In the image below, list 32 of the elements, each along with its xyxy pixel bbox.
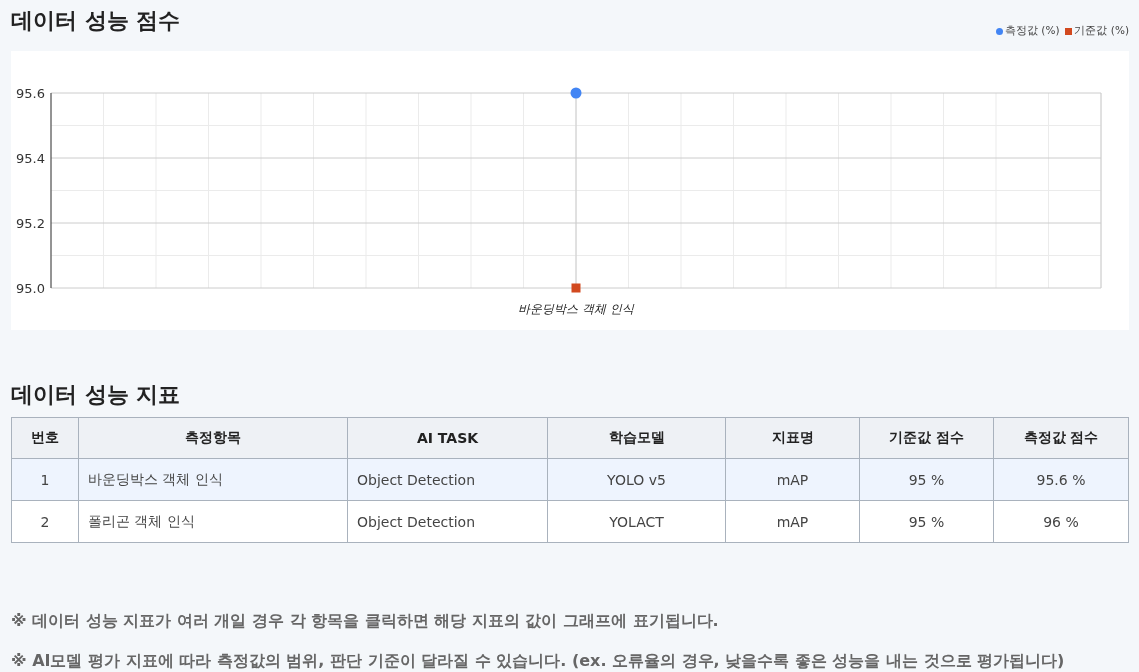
table-cell[interactable]: YOLO v5 [547,458,726,501]
axis-tick-label: 95.2 [16,216,45,231]
note-text: ※ AI모델 평가 지표에 따라 측정값의 범위, 판단 기준이 달라질 수 있습니다. (ex. 오류율의 경우, 낮을수록 좋은 성능을 내는 것으로 평가됩니다) [11,651,1066,672]
table-cell[interactable]: 1 [11,458,79,501]
legend-item: 측정값 (%) [995,24,1060,38]
table-cell[interactable]: mAP [725,500,860,543]
column-header: 번호 [11,417,79,459]
table-cell[interactable]: 96 % [993,500,1129,543]
category-label: 바운딩박스 객체 인식 [518,302,634,316]
column-header: 기준값 점수 [859,417,994,459]
table-cell[interactable]: Object Detection [347,458,548,501]
legend-item: 기준값 (%) [1065,24,1129,38]
column-header: 학습모델 [547,417,726,459]
table-cell[interactable]: 95 % [859,458,994,501]
table-cell[interactable]: 95 % [859,500,994,543]
column-header: 측정항목 [78,417,348,459]
table-cell[interactable]: 2 [11,500,79,543]
column-header: 측정값 점수 [993,417,1129,459]
note-text: ※ 데이터 성능 지표가 여러 개일 경우 각 항목을 클릭하면 해당 지표의 값이 그래프에 표기됩니다. [11,611,720,632]
table-cell[interactable]: Object Detection [347,500,548,543]
column-header: 지표명 [725,417,860,459]
section-title: 데이터 성능 지표 [11,381,181,409]
table-cell[interactable]: YOLACT [547,500,726,543]
table-cell[interactable]: 바운딩박스 객체 인식 [78,458,348,501]
axis-tick-label: 95.0 [16,281,45,296]
axis-tick-label: 95.4 [16,151,45,166]
section-title: 데이터 성능 점수 [11,7,181,35]
table-cell[interactable]: 폴리곤 객체 인식 [78,500,348,543]
column-header: AI TASK [347,417,548,459]
table-cell[interactable]: 95.6 % [993,458,1129,501]
axis-tick-label: 95.6 [16,86,45,101]
table-cell[interactable]: mAP [725,458,860,501]
